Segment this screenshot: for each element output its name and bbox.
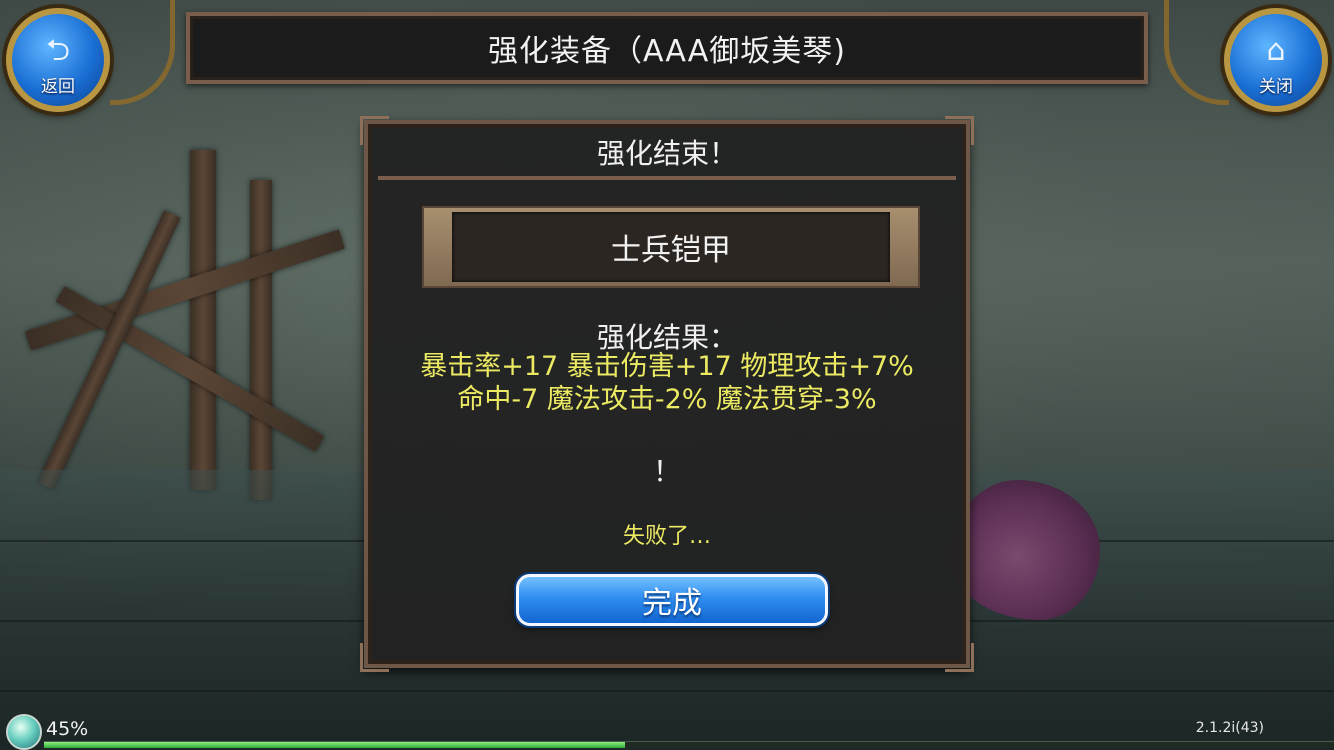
home-icon: ⌂ bbox=[1266, 33, 1286, 68]
experience-percent: 45% bbox=[46, 718, 89, 740]
done-button-label: 完成 bbox=[642, 586, 702, 621]
experience-bar bbox=[44, 741, 1334, 748]
experience-orb-icon bbox=[6, 714, 42, 750]
floor-seam bbox=[0, 690, 1334, 692]
close-button[interactable]: ⌂ 关闭 bbox=[1224, 8, 1328, 112]
back-button[interactable]: ⮌ 返回 bbox=[6, 8, 110, 112]
back-button-label: 返回 bbox=[41, 77, 75, 97]
done-button[interactable]: 完成 bbox=[516, 574, 828, 626]
wooden-beam bbox=[24, 229, 346, 351]
item-name-frame: 士兵铠甲 bbox=[422, 206, 920, 288]
title-bar: 强化装备（AAA御坂美琴) bbox=[186, 12, 1148, 84]
dialog-header: 强化结束！ bbox=[378, 128, 956, 180]
wooden-beam bbox=[250, 180, 272, 500]
result-dialog: 强化结束！ 士兵铠甲 强化结果： 暴击率+17 暴击伤害+17 物理攻击+7% … bbox=[360, 116, 974, 672]
result-stats: 暴击率+17 暴击伤害+17 物理攻击+7% 命中-7 魔法攻击-2% 魔法贯穿… bbox=[420, 351, 914, 415]
back-arrow-icon: ⮌ bbox=[45, 33, 71, 68]
monster-silhouette bbox=[950, 480, 1100, 620]
experience-bar-fill bbox=[44, 742, 625, 748]
page-title: 强化装备（AAA御坂美琴) bbox=[488, 34, 846, 69]
version-label: 2.1.2i(43) bbox=[1195, 720, 1264, 736]
close-button-label: 关闭 bbox=[1259, 77, 1293, 97]
result-exclaim: ！ bbox=[652, 455, 681, 488]
wooden-beam bbox=[190, 150, 216, 490]
dialog-corner bbox=[945, 643, 974, 672]
status-text: 失败了… bbox=[622, 524, 711, 549]
item-name: 士兵铠甲 bbox=[611, 233, 731, 268]
dialog-corner bbox=[360, 643, 389, 672]
dialog-title: 强化结束！ bbox=[596, 137, 737, 170]
item-name-panel: 士兵铠甲 bbox=[452, 212, 890, 282]
status-bar: 45% 2.1.2i(43) bbox=[0, 710, 1334, 750]
